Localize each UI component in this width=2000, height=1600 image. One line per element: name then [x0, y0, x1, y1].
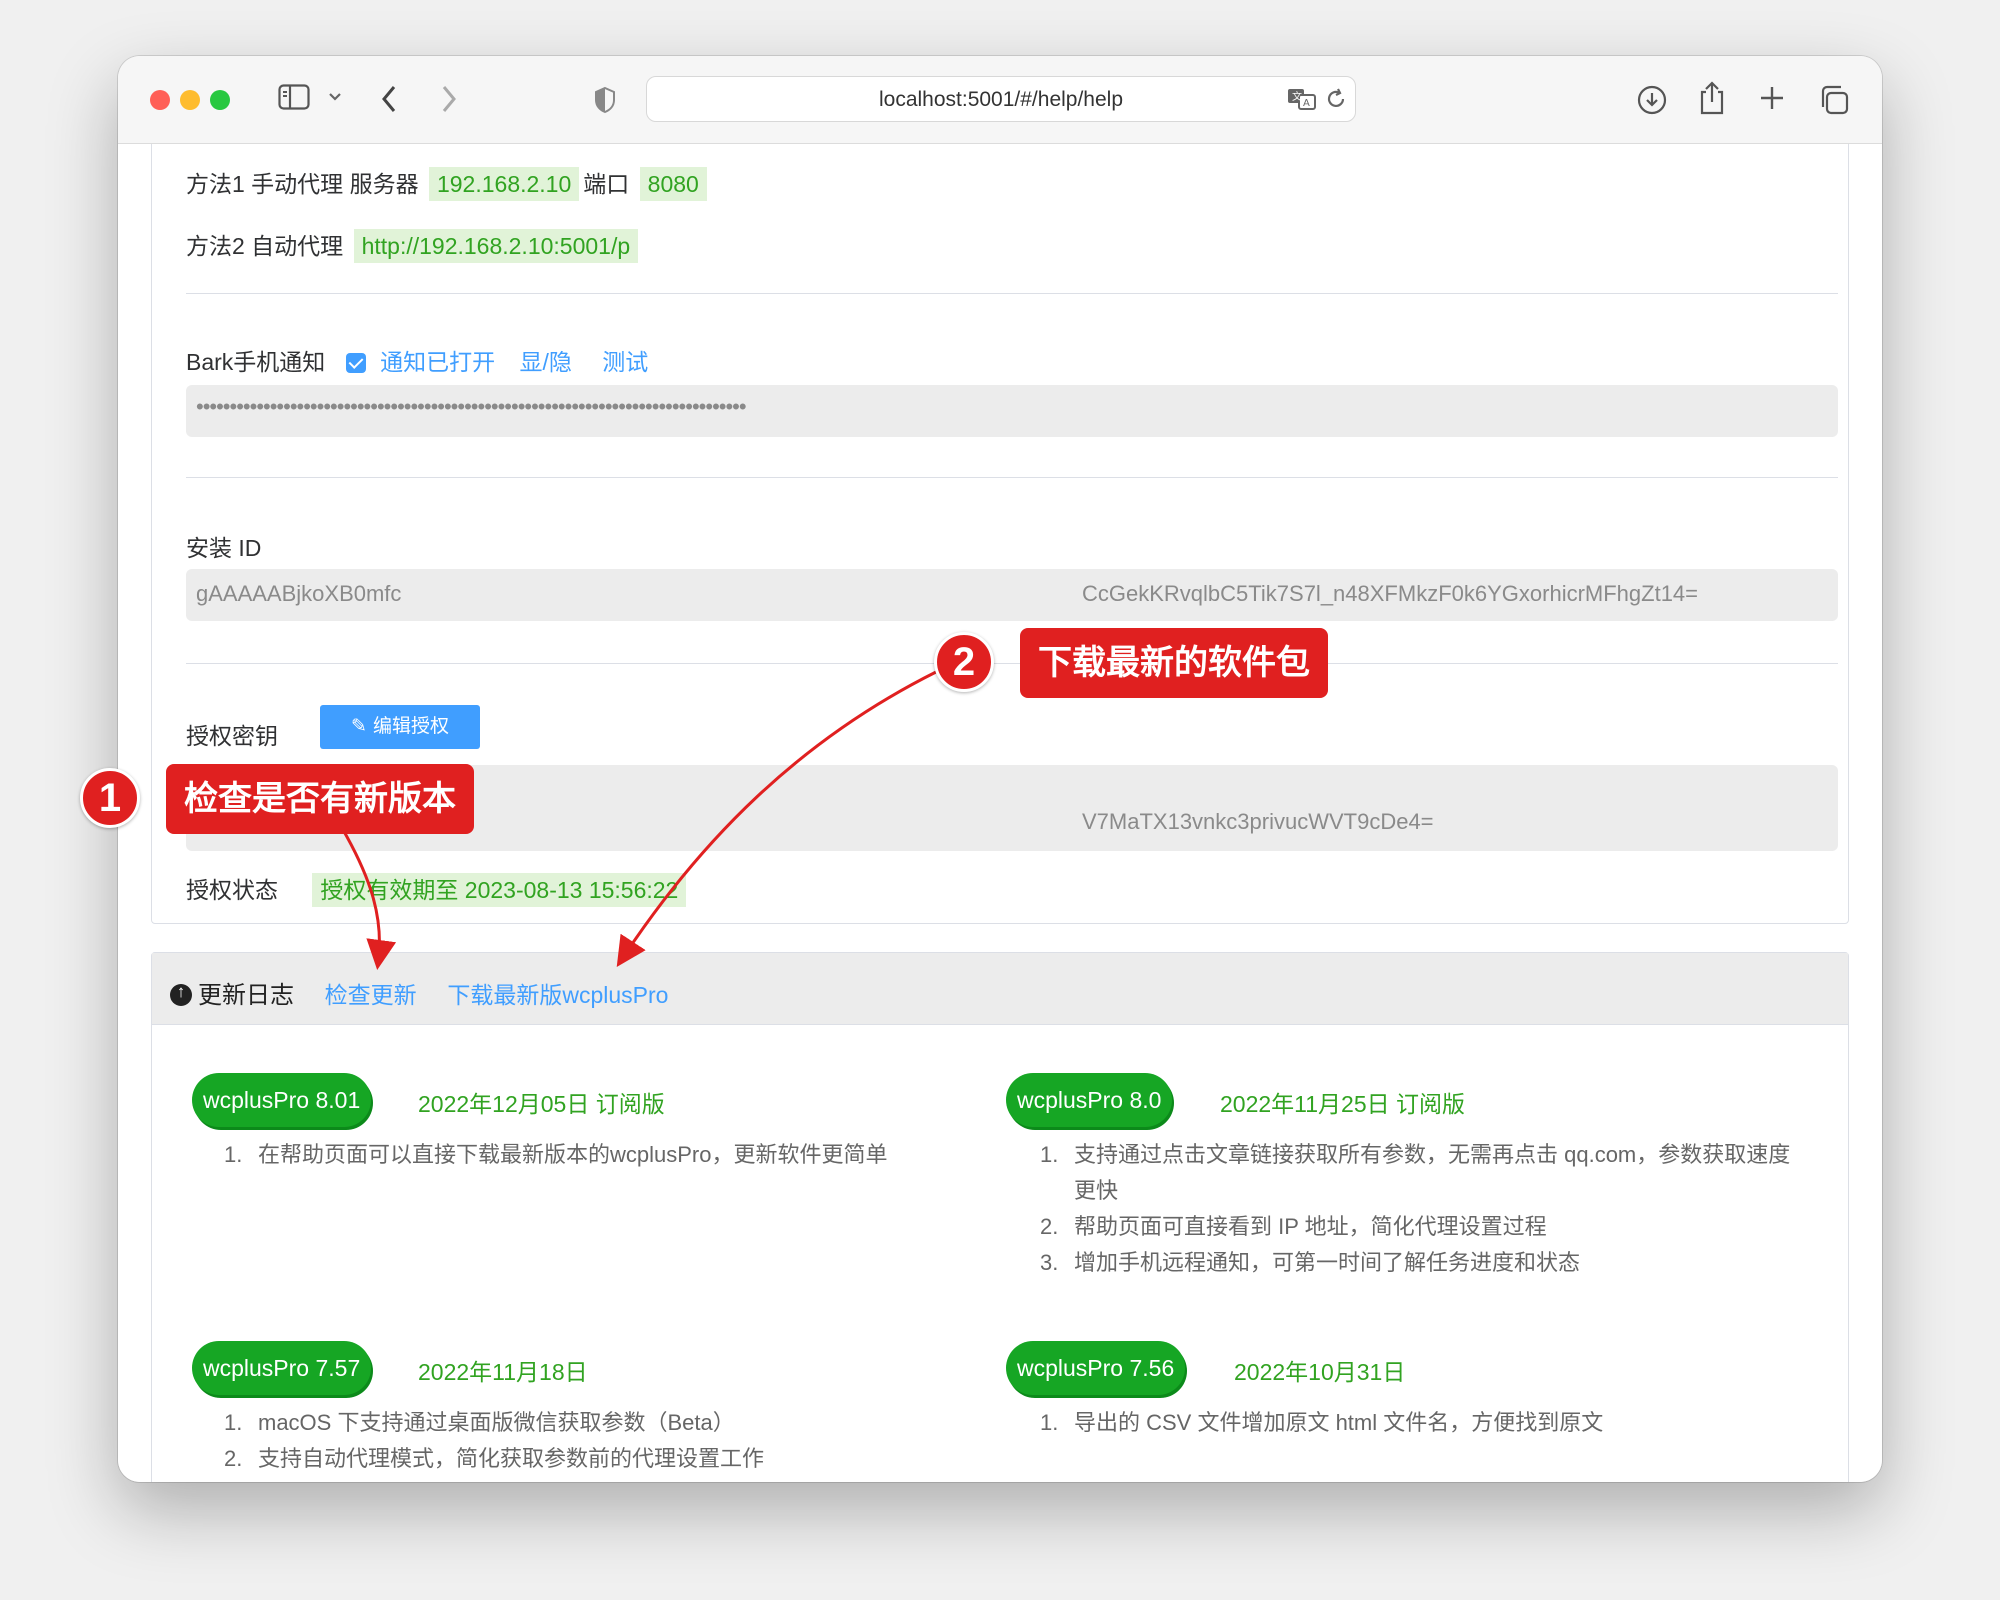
proxy-port-label: 端口: [583, 171, 630, 197]
sidebar-toggle-icon[interactable]: [278, 84, 310, 110]
bark-enabled-label[interactable]: 通知已打开: [380, 349, 495, 375]
changelog-title: 更新日志: [198, 982, 294, 1009]
version-badge: wcplusPro 8.01: [192, 1073, 372, 1127]
download-icon[interactable]: [1636, 84, 1668, 116]
divider: [186, 293, 1838, 294]
list-item: 1. 在帮助页面可以直接下载最新版本的wcplusPro，更新软件更简单: [224, 1142, 888, 1167]
browser-toolbar: localhost:5001/#/help/help 文A: [118, 56, 1882, 144]
changelog-title-row: 更新日志 检查更新 下载最新版wcplusPro: [170, 975, 668, 1010]
changelog-panel: 更新日志 检查更新 下载最新版wcplusPro wcplusPro 8.01 …: [151, 952, 1849, 1482]
forward-icon[interactable]: [440, 84, 458, 114]
svg-text:文: 文: [1292, 90, 1302, 103]
release-notes: 1. 支持通过点击文章链接获取所有参数，无需再点击 qq.com，参数获取速度更快…: [1040, 1137, 1800, 1281]
list-item: 1. macOS 下支持通过桌面版微信获取参数（Beta）: [224, 1410, 735, 1435]
edit-license-label: 编辑授权: [372, 716, 449, 737]
bark-label: Bark手机通知: [186, 349, 326, 375]
divider: [186, 663, 1838, 664]
proxy-server-tag: 192.168.2.10: [428, 167, 580, 201]
edit-pencil-icon: ✎: [351, 716, 367, 737]
license-status-row: 授权状态 授权有效期至 2023-08-13 15:56:22: [186, 871, 690, 907]
back-icon[interactable]: [380, 84, 398, 114]
list-item: 1. 支持通过点击文章链接获取所有参数，无需再点击 qq.com，参数获取速度更快: [1040, 1142, 1791, 1203]
checkbox-checked-icon[interactable]: [345, 353, 366, 373]
license-key-end: V7MaTX13vnkc3privucWVT9cDe4=: [1082, 809, 1434, 834]
install-id-end: CcGekKRvqlbC5Tik7S7l_n48XFMkzF0k6YGxorhi…: [1082, 581, 1699, 606]
release-date: 2022年11月25日 订阅版: [1220, 1091, 1466, 1117]
version-badge: wcplusPro 7.56: [1006, 1341, 1186, 1395]
check-update-link[interactable]: 检查更新: [325, 982, 417, 1008]
release-date: 2022年11月18日: [418, 1359, 588, 1385]
changelog-header: 更新日志 检查更新 下载最新版wcplusPro: [152, 953, 1848, 1025]
translate-icon[interactable]: 文A: [1287, 86, 1317, 112]
release-notes: 1. 导出的 CSV 文件增加原文 html 文件名，方便找到原文: [1040, 1405, 1800, 1441]
close-window-button[interactable]: [150, 90, 170, 110]
proxy-auto-row: 方法2 自动代理 http://192.168.2.10:5001/p: [186, 227, 642, 263]
bark-test-link[interactable]: 测试: [602, 349, 648, 375]
release-notes: 1. macOS 下支持通过桌面版微信获取参数（Beta） 2. 支持自动代理模式，…: [224, 1405, 964, 1477]
license-status-label: 授权状态: [186, 877, 278, 903]
collapse-arrow-icon[interactable]: [170, 982, 192, 1006]
install-id-start: gAAAAABjkoXB0mfc: [196, 581, 402, 606]
list-item: 2. 支持自动代理模式，简化获取参数前的代理设置工作: [224, 1446, 765, 1471]
callout-label-1: 检查是否有新版本: [166, 764, 474, 834]
release-date: 2022年12月05日 订阅版: [418, 1091, 665, 1117]
bark-toggle-link[interactable]: 显/隐: [519, 349, 571, 375]
callout-label-2: 下载最新的软件包: [1020, 628, 1328, 698]
privacy-shield-icon[interactable]: [594, 86, 616, 114]
proxy-port-tag: 8080: [639, 167, 707, 201]
address-bar[interactable]: localhost:5001/#/help/help 文A: [646, 76, 1356, 122]
proxy-manual-row: 方法1 手动代理 服务器 192.168.2.10 端口 8080: [186, 165, 711, 201]
download-latest-link[interactable]: 下载最新版wcplusPro: [447, 982, 668, 1008]
install-id-label: 安装 ID: [186, 535, 262, 561]
maximize-window-button[interactable]: [210, 90, 230, 110]
reload-icon[interactable]: [1325, 88, 1347, 110]
version-badge: wcplusPro 7.57: [192, 1341, 372, 1395]
callout-number-2: 2: [934, 632, 994, 692]
callout-number-1: 1: [80, 768, 140, 828]
list-item: 1. 导出的 CSV 文件增加原文 html 文件名，方便找到原文: [1040, 1410, 1604, 1435]
chevron-down-icon[interactable]: [328, 92, 342, 102]
edit-license-button[interactable]: ✎ 编辑授权: [320, 705, 480, 749]
release-notes: 1. 在帮助页面可以直接下载最新版本的wcplusPro，更新软件更简单: [224, 1137, 964, 1173]
bark-key-input[interactable]: ••••••••••••••••••••••••••••••••••••••••…: [186, 385, 1838, 437]
release-date: 2022年10月31日: [1234, 1359, 1406, 1385]
pac-url-tag: http://192.168.2.10:5001/p: [353, 229, 639, 263]
minimize-window-button[interactable]: [180, 90, 200, 110]
new-tab-icon[interactable]: [1758, 84, 1786, 112]
proxy-manual-label: 方法1 手动代理 服务器: [186, 171, 419, 197]
license-key-label: 授权密钥: [186, 723, 278, 749]
proxy-auto-label: 方法2 自动代理: [186, 233, 344, 259]
bark-row: Bark手机通知 通知已打开 显/隐 测试: [186, 343, 648, 377]
list-item: 3. 增加手机远程通知，可第一时间了解任务进度和状态: [1040, 1250, 1581, 1275]
list-item: 2. 帮助页面可直接看到 IP 地址，简化代理设置过程: [1040, 1214, 1547, 1239]
install-id-field[interactable]: gAAAAABjkoXB0mfc CcGekKRvqlbC5Tik7S7l_n4…: [186, 569, 1838, 621]
version-badge: wcplusPro 8.0: [1006, 1073, 1173, 1127]
address-url[interactable]: localhost:5001/#/help/help: [647, 88, 1355, 112]
tab-overview-icon[interactable]: [1818, 84, 1850, 116]
share-icon[interactable]: [1698, 80, 1726, 116]
divider: [186, 477, 1838, 478]
svg-text:A: A: [1303, 98, 1310, 109]
bark-enabled-checkbox[interactable]: [345, 349, 366, 375]
license-status-tag: 授权有效期至 2023-08-13 15:56:22: [312, 873, 687, 907]
